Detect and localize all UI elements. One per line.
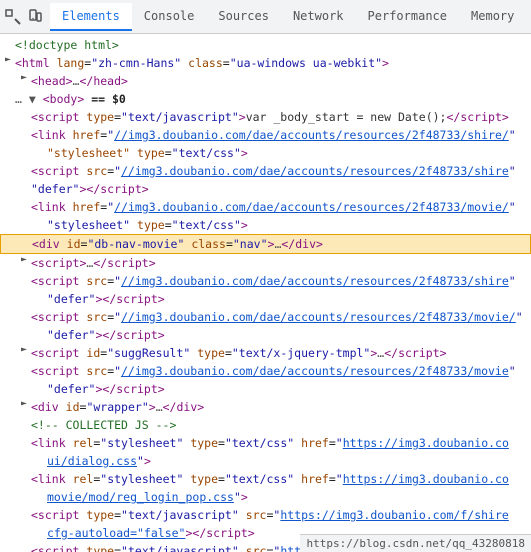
dom-line[interactable]: ►<html lang="zh-cmn-Hans" class="ua-wind… bbox=[0, 54, 531, 72]
dom-line[interactable]: ►<script src="//img3.doubanio.com/dae/ac… bbox=[0, 162, 531, 180]
tab-console[interactable]: Console bbox=[132, 3, 207, 31]
dom-line[interactable]: ►<script>…</script> bbox=[0, 254, 531, 272]
toggle-arrow[interactable]: ► bbox=[18, 344, 30, 356]
dom-line[interactable]: ►<script type="text/javascript" src="htt… bbox=[0, 506, 531, 524]
dom-line[interactable]: ►<link href="//img3.doubanio.com/dae/acc… bbox=[0, 126, 531, 144]
code-content: … ▼ <body> == $0 bbox=[15, 90, 527, 108]
toggle-arrow[interactable]: ► bbox=[2, 54, 14, 66]
code-content: <link rel="stylesheet" type="text/css" h… bbox=[31, 470, 527, 488]
code-content: ui/dialog.css"> bbox=[47, 452, 527, 470]
dom-line[interactable]: ►<script src="//img3.doubanio.com/dae/ac… bbox=[0, 362, 531, 380]
dom-line[interactable]: ►<script src="//img3.doubanio.com/dae/ac… bbox=[0, 308, 531, 326]
code-content: <script type="text/javascript" src="http… bbox=[31, 506, 527, 524]
code-content: <script src="//img3.doubanio.com/dae/acc… bbox=[31, 272, 527, 290]
tab-network[interactable]: Network bbox=[281, 3, 356, 31]
dom-line[interactable]: ►<link rel="stylesheet" type="text/css" … bbox=[0, 470, 531, 488]
code-content: "defer"></script> bbox=[31, 180, 527, 198]
dom-line[interactable]: ►<!-- COLLECTED JS --> bbox=[0, 416, 531, 434]
elements-panel: ►<!doctype html>►<html lang="zh-cmn-Hans… bbox=[0, 34, 531, 552]
code-content: "defer"></script> bbox=[47, 380, 527, 398]
dom-line[interactable]: ►"defer"></script> bbox=[0, 180, 531, 198]
code-content: <!doctype html> bbox=[15, 36, 527, 54]
code-content: movie/mod/reg_login_pop.css"> bbox=[47, 488, 527, 506]
inspect-icon[interactable] bbox=[4, 8, 22, 26]
dom-line[interactable]: ►<script id="suggResult" type="text/x-jq… bbox=[0, 344, 531, 362]
toggle-arrow[interactable]: ► bbox=[18, 254, 30, 266]
code-content: <html lang="zh-cmn-Hans" class="ua-windo… bbox=[15, 54, 527, 72]
dom-line[interactable]: ►<script src="//img3.doubanio.com/dae/ac… bbox=[0, 272, 531, 290]
status-bar: https://blog.csdn.net/qq_43280818 bbox=[300, 534, 531, 552]
tab-bar: Elements Console Sources Network Perform… bbox=[0, 0, 531, 34]
dom-line[interactable]: ►<link href="//img3.doubanio.com/dae/acc… bbox=[0, 198, 531, 216]
dom-line[interactable]: ►<script type="text/javascript">var _bod… bbox=[0, 108, 531, 126]
dom-line[interactable]: ►"stylesheet" type="text/css"> bbox=[0, 144, 531, 162]
toggle-arrow[interactable]: ► bbox=[18, 398, 30, 410]
dom-line[interactable]: ►"defer"></script> bbox=[0, 380, 531, 398]
code-content: <div id="db-nav-movie" class="nav">…</di… bbox=[32, 235, 526, 253]
code-content: "stylesheet" type="text/css"> bbox=[47, 216, 527, 234]
code-content: <script src="//img3.doubanio.com/dae/acc… bbox=[31, 362, 527, 380]
code-content: <script src="//img3.doubanio.com/dae/acc… bbox=[31, 162, 527, 180]
status-url: https://blog.csdn.net/qq_43280818 bbox=[306, 537, 525, 550]
toggle-arrow[interactable]: ► bbox=[18, 72, 30, 84]
tab-elements[interactable]: Elements bbox=[50, 3, 132, 31]
code-content: <script src="//img3.doubanio.com/dae/acc… bbox=[31, 308, 527, 326]
code-content: <head>…</head> bbox=[31, 72, 527, 90]
tab-performance[interactable]: Performance bbox=[356, 3, 459, 31]
dom-line[interactable]: ►"defer"></script> bbox=[0, 326, 531, 344]
code-content: <script id="suggResult" type="text/x-jqu… bbox=[31, 344, 527, 362]
dom-line[interactable]: ►"defer"></script> bbox=[0, 290, 531, 308]
code-content: <script>…</script> bbox=[31, 254, 527, 272]
code-content: <script type="text/javascript">var _body… bbox=[31, 108, 527, 126]
dom-line[interactable]: ►<head>…</head> bbox=[0, 72, 531, 90]
tab-memory[interactable]: Memory bbox=[459, 3, 526, 31]
dom-line[interactable]: ►"stylesheet" type="text/css"> bbox=[0, 216, 531, 234]
dom-line[interactable]: ►<!doctype html> bbox=[0, 36, 531, 54]
devtools-icons bbox=[4, 8, 44, 26]
dom-line[interactable]: ►<div id="db-nav-movie" class="nav">…</d… bbox=[0, 234, 531, 254]
code-content: <!-- COLLECTED JS --> bbox=[31, 416, 527, 434]
dom-line[interactable]: ►ui/dialog.css"> bbox=[0, 452, 531, 470]
code-content: "defer"></script> bbox=[47, 290, 527, 308]
dom-line[interactable]: ►… ▼ <body> == $0 bbox=[0, 90, 531, 108]
dom-line[interactable]: ►movie/mod/reg_login_pop.css"> bbox=[0, 488, 531, 506]
code-content: "defer"></script> bbox=[47, 326, 527, 344]
code-content: "stylesheet" type="text/css"> bbox=[47, 144, 527, 162]
code-content: <link href="//img3.doubanio.com/dae/acco… bbox=[31, 198, 527, 216]
code-content: <link href="//img3.doubanio.com/dae/acco… bbox=[31, 126, 527, 144]
tab-sources[interactable]: Sources bbox=[206, 3, 281, 31]
device-icon[interactable] bbox=[26, 8, 44, 26]
code-content: <link rel="stylesheet" type="text/css" h… bbox=[31, 434, 527, 452]
code-content: <div id="wrapper">…</div> bbox=[31, 398, 527, 416]
dom-line[interactable]: ►<div id="wrapper">…</div> bbox=[0, 398, 531, 416]
dom-line[interactable]: ►<link rel="stylesheet" type="text/css" … bbox=[0, 434, 531, 452]
